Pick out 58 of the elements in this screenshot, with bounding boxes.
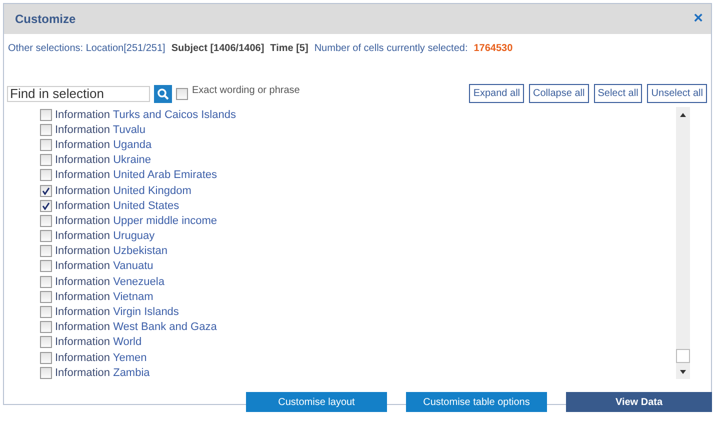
selection-summary: Subject [1406/1406] — [171, 43, 264, 54]
checkbox[interactable] — [40, 321, 52, 334]
footer-button[interactable]: Customise table options — [406, 392, 547, 412]
item-label[interactable]: Information Turks and Caicos Islands — [55, 108, 236, 121]
scrollbar[interactable] — [676, 107, 690, 379]
item-label[interactable]: Information Uzbekistan — [55, 245, 168, 258]
scroll-up-icon[interactable] — [680, 113, 686, 117]
item-label[interactable]: Information World — [55, 336, 142, 348]
selection-summary: Time [5] — [270, 43, 308, 54]
checkbox-label: Exact wording or phrase — [192, 85, 300, 96]
selection-summary: Number of cells currently selected: — [314, 43, 468, 54]
checkbox[interactable] — [40, 306, 52, 318]
checkbox[interactable] — [176, 88, 188, 100]
item-label[interactable]: Information United Arab Emirates — [55, 169, 218, 182]
checkbox[interactable] — [40, 366, 52, 379]
action-button[interactable]: Unselect all — [647, 84, 707, 103]
item-label[interactable]: Information Virgin Islands — [55, 306, 179, 318]
checkbox[interactable] — [40, 124, 52, 136]
scroll-thumb[interactable] — [676, 349, 690, 363]
close-button[interactable]: × — [694, 11, 703, 27]
checkbox[interactable] — [40, 200, 52, 212]
checkbox[interactable] — [40, 154, 52, 166]
selection-summary: 1764530 — [474, 43, 513, 54]
checkbox[interactable] — [40, 276, 52, 288]
item-label[interactable]: Information Vietnam — [55, 290, 154, 303]
action-button[interactable]: Expand all — [469, 84, 524, 103]
item-label[interactable]: Information West Bank and Gaza — [55, 321, 217, 334]
item-label[interactable]: Information Vanuatu — [55, 260, 154, 272]
item-label[interactable]: Information Uruguay — [55, 230, 155, 242]
item-label[interactable]: Information Zambia — [55, 366, 150, 379]
checkbox[interactable] — [40, 169, 52, 182]
action-button[interactable]: Select all — [594, 84, 642, 103]
checkbox[interactable] — [40, 352, 52, 364]
checkbox[interactable] — [40, 184, 52, 197]
action-button[interactable]: Collapse all — [529, 84, 589, 103]
item-label[interactable]: Information United States — [55, 200, 180, 212]
checkbox[interactable] — [40, 138, 52, 151]
checkbox[interactable] — [40, 230, 52, 242]
checkbox[interactable] — [40, 290, 52, 303]
checkbox[interactable] — [40, 336, 52, 348]
item-label[interactable]: Information Venezuela — [55, 276, 164, 288]
checkbox[interactable] — [40, 245, 52, 258]
item-label[interactable]: Information Tuvalu — [55, 124, 146, 136]
dialog-title: Customize — [15, 12, 76, 26]
selection-summary: Other selections: Location[251/251] — [8, 43, 166, 54]
search-button[interactable] — [154, 84, 172, 102]
item-label[interactable]: Information Ukraine — [55, 154, 151, 166]
checkbox[interactable] — [40, 260, 52, 272]
item-label[interactable]: Information Upper middle income — [55, 214, 218, 227]
item-label[interactable]: Information Uganda — [55, 138, 152, 151]
footer-button[interactable]: Customise layout — [246, 392, 387, 412]
item-label[interactable]: Information United Kingdom — [55, 184, 192, 197]
checkbox[interactable] — [40, 108, 52, 121]
search-field[interactable]: Find in selection — [7, 86, 150, 102]
item-label[interactable]: Information Yemen — [55, 352, 147, 364]
scroll-down-icon[interactable] — [680, 370, 686, 374]
footer-button[interactable]: View Data — [566, 392, 712, 412]
checkbox[interactable] — [40, 214, 52, 227]
